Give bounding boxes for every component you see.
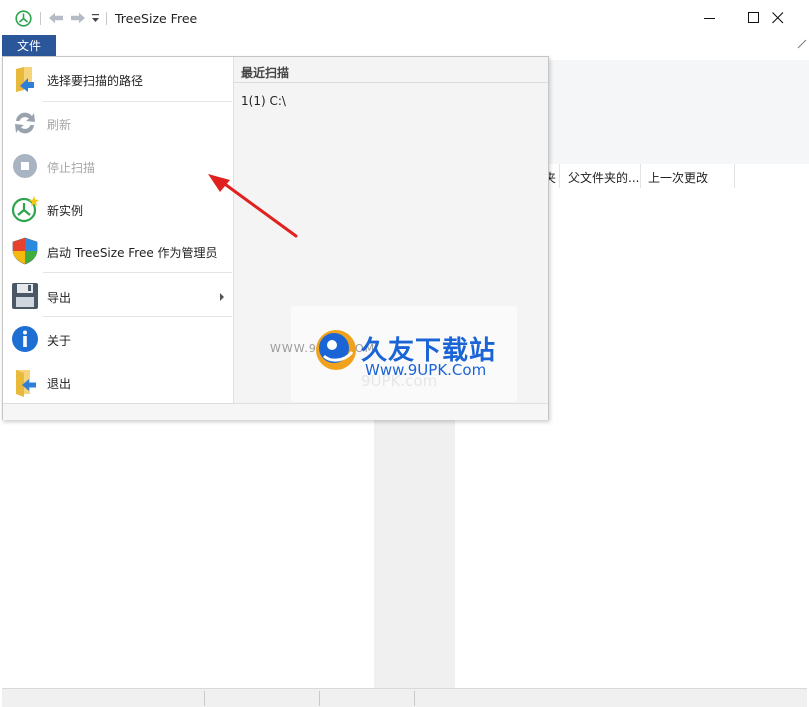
minimize-button[interactable] bbox=[687, 0, 733, 36]
watermark: WWW.9UPK.COM 久友下载站 Www.9UPK.Com 9UPK.com bbox=[270, 306, 517, 402]
menu-item-label: 刷新 bbox=[47, 118, 72, 132]
column-header-parent-folder[interactable]: 父文件夹的... bbox=[568, 169, 639, 186]
menu-item-run-as-admin[interactable]: 启动 TreeSize Free 作为管理员 bbox=[4, 230, 232, 272]
menu-item-refresh[interactable]: 刷新 bbox=[4, 102, 232, 144]
column-divider[interactable] bbox=[559, 164, 560, 188]
title-bar: TreeSize Free bbox=[0, 0, 809, 36]
column-divider[interactable] bbox=[640, 164, 641, 188]
menu-item-export[interactable]: 导出 bbox=[4, 275, 232, 317]
toolbar-separator bbox=[106, 12, 107, 25]
menu-item-label: 选择要扫描的路径 bbox=[47, 74, 144, 88]
menu-item-label: 导出 bbox=[47, 291, 72, 305]
back-arrow-icon[interactable] bbox=[48, 12, 64, 24]
forward-arrow-icon[interactable] bbox=[70, 12, 86, 24]
folder-arrow-icon bbox=[16, 67, 34, 92]
ribbon-collapse-icon[interactable] bbox=[797, 38, 807, 50]
file-menu-footer bbox=[3, 403, 548, 420]
treesize-app-icon[interactable] bbox=[15, 10, 32, 27]
menu-item-exit[interactable]: 退出 bbox=[4, 361, 232, 403]
toolbar-separator bbox=[40, 12, 41, 25]
exit-icon bbox=[16, 370, 36, 397]
menu-item-about[interactable]: 关于 bbox=[4, 318, 232, 360]
menu-divider bbox=[43, 272, 232, 273]
customize-toolbar-icon[interactable] bbox=[91, 13, 100, 23]
menu-item-label: 关于 bbox=[47, 334, 72, 348]
status-divider bbox=[204, 691, 205, 706]
status-divider bbox=[414, 691, 415, 706]
recent-scans-divider bbox=[234, 82, 548, 83]
menu-divider bbox=[43, 316, 232, 317]
floppy-disk-icon bbox=[12, 283, 38, 309]
window-title: TreeSize Free bbox=[115, 11, 198, 26]
annotation-arrow bbox=[208, 174, 298, 238]
column-divider[interactable] bbox=[734, 164, 735, 188]
file-tab[interactable]: 文件 bbox=[2, 35, 56, 57]
watermark-faint-text: 9UPK.com bbox=[361, 372, 438, 390]
column-header-last-modified[interactable]: 上一次更改 bbox=[648, 169, 708, 186]
stop-icon bbox=[13, 154, 37, 178]
uac-shield-icon bbox=[12, 237, 38, 265]
menu-item-label: 启动 TreeSize Free 作为管理员 bbox=[47, 246, 218, 260]
menu-item-label: 停止扫描 bbox=[47, 161, 96, 175]
info-icon bbox=[12, 326, 38, 352]
menu-item-select-path[interactable]: 选择要扫描的路径 bbox=[4, 58, 232, 100]
status-divider bbox=[319, 691, 320, 706]
refresh-icon bbox=[15, 112, 35, 134]
watermark-logo-icon bbox=[316, 330, 356, 370]
submenu-arrow-icon bbox=[220, 293, 224, 301]
menu-item-label: 退出 bbox=[47, 377, 72, 391]
new-instance-icon bbox=[11, 196, 39, 223]
status-bar bbox=[2, 688, 807, 707]
recent-scan-item[interactable]: 1(1) C:\ bbox=[241, 94, 286, 108]
menu-item-stop-scan[interactable]: 停止扫描 bbox=[4, 145, 232, 187]
close-icon bbox=[772, 12, 784, 24]
close-button[interactable] bbox=[755, 0, 801, 36]
menu-item-new-instance[interactable]: 新实例 bbox=[4, 188, 232, 230]
minimize-icon bbox=[704, 18, 715, 19]
menu-item-label: 新实例 bbox=[47, 204, 84, 218]
recent-scans-heading: 最近扫描 bbox=[241, 66, 290, 80]
